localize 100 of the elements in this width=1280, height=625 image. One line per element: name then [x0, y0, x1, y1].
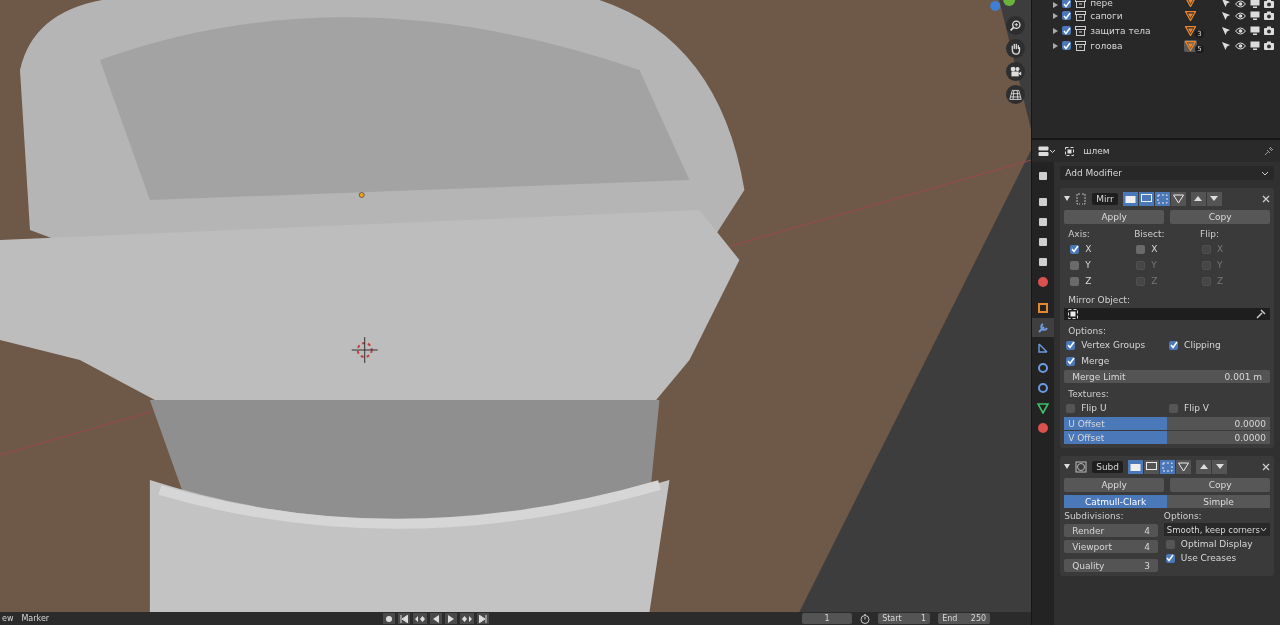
checkbox[interactable]: [1136, 244, 1146, 254]
collection-name[interactable]: сапоги: [1090, 10, 1181, 21]
modifier-tab[interactable]: [1032, 318, 1055, 337]
monitor-icon[interactable]: [1250, 11, 1260, 20]
merge-limit-field[interactable]: Merge Limit 0.001 m: [1064, 370, 1270, 383]
mesh-icon[interactable]: [1184, 39, 1198, 52]
editmode-toggle[interactable]: [1160, 459, 1176, 474]
cage-toggle[interactable]: [1176, 459, 1192, 474]
level-field[interactable]: Viewport 4: [1064, 540, 1158, 553]
checkbox[interactable]: [1070, 260, 1080, 270]
camera-icon[interactable]: [1264, 41, 1274, 50]
move-up-icon[interactable]: [1190, 191, 1206, 206]
mesh-icon[interactable]: [1184, 0, 1198, 8]
apply-button[interactable]: Apply: [1064, 478, 1165, 492]
menu-item[interactable]: ew: [2, 614, 14, 623]
render-icon: [1037, 195, 1050, 208]
level-field[interactable]: Render 4: [1064, 524, 1158, 537]
subdivision-type-tab[interactable]: Catmull-Clark: [1064, 495, 1168, 508]
checkbox[interactable]: [1169, 403, 1179, 413]
record-icon[interactable]: [383, 613, 396, 624]
sphere-icon: [1037, 421, 1050, 434]
monitor-icon[interactable]: [1250, 41, 1260, 50]
eye-icon[interactable]: [1235, 41, 1246, 50]
3d-cursor-icon[interactable]: [351, 336, 379, 364]
render-toggle[interactable]: [1122, 191, 1138, 206]
section-label: Bisect:: [1134, 229, 1166, 239]
move-down-icon[interactable]: [1206, 191, 1222, 206]
eye-icon[interactable]: [1235, 11, 1246, 20]
object-name: шлем: [1083, 146, 1110, 156]
monitor-icon[interactable]: [1250, 0, 1260, 8]
jump-end-icon[interactable]: [477, 613, 490, 624]
mirror-object-field[interactable]: [1064, 308, 1270, 320]
collection-name[interactable]: голова: [1090, 40, 1181, 51]
stopwatch-icon[interactable]: [860, 613, 871, 624]
visibility-checkbox[interactable]: [1062, 11, 1072, 20]
camera-icon[interactable]: [1264, 0, 1274, 8]
collection-name[interactable]: защита тела: [1090, 25, 1181, 36]
visibility-checkbox[interactable]: [1062, 41, 1072, 50]
previous-keyframe-icon[interactable]: [413, 613, 428, 624]
move-up-icon[interactable]: [1196, 459, 1212, 474]
play-reverse-icon[interactable]: [430, 613, 443, 624]
mesh-icon[interactable]: [1184, 24, 1198, 37]
section-label: Axis:: [1068, 229, 1091, 239]
level-field[interactable]: Quality 3: [1064, 559, 1158, 572]
collection-name[interactable]: пере: [1090, 0, 1181, 8]
checkbox-label: Clipping: [1184, 340, 1221, 350]
image-icon: [1037, 235, 1050, 248]
cursor-arrow-icon[interactable]: [1221, 40, 1231, 51]
apply-button[interactable]: Apply: [1064, 210, 1165, 224]
realtime-toggle[interactable]: [1138, 191, 1154, 206]
origin-dot: [358, 192, 365, 198]
eyedropper-icon[interactable]: [1256, 309, 1266, 319]
offset-slider[interactable]: V Offset 0.0000: [1064, 431, 1270, 444]
menu-item[interactable]: Marker: [21, 614, 50, 623]
camera-icon[interactable]: [1264, 26, 1274, 35]
pin-icon[interactable]: [1264, 146, 1274, 156]
editmode-toggle[interactable]: [1154, 191, 1170, 206]
copy-button[interactable]: Copy: [1170, 210, 1270, 224]
modifier-name-field[interactable]: Mirr: [1092, 192, 1118, 205]
eye-icon[interactable]: [1235, 0, 1246, 8]
render-toggle[interactable]: [1128, 459, 1144, 474]
collapse-arrow-icon[interactable]: [1064, 196, 1071, 201]
current-frame-field[interactable]: 1: [802, 613, 853, 624]
realtime-toggle[interactable]: [1144, 459, 1160, 474]
next-keyframe-icon[interactable]: [460, 613, 475, 624]
end-frame-field[interactable]: End 250: [938, 613, 991, 624]
checkbox[interactable]: [1070, 276, 1080, 286]
subdivision-type-tab[interactable]: Simple: [1167, 495, 1270, 508]
jump-start-icon[interactable]: [398, 613, 411, 624]
camera-icon[interactable]: [1264, 11, 1274, 20]
collection-icon: [1075, 40, 1087, 51]
axis-gizmo-icon[interactable]: [990, 0, 1016, 11]
eye-icon[interactable]: [1235, 26, 1246, 35]
modifier-name-field[interactable]: Subd: [1092, 460, 1124, 473]
editor-type-icon[interactable]: [1038, 145, 1057, 157]
start-frame-field[interactable]: Start 1: [878, 613, 931, 624]
close-icon[interactable]: [1262, 194, 1270, 203]
cursor-arrow-icon[interactable]: [1221, 25, 1231, 36]
close-icon[interactable]: [1262, 462, 1270, 471]
add-modifier-dropdown[interactable]: Add Modifier: [1060, 166, 1274, 180]
monitor-icon[interactable]: [1250, 26, 1260, 35]
checkbox-label: Flip V: [1184, 403, 1209, 413]
collapse-arrow-icon[interactable]: [1064, 464, 1071, 469]
visibility-checkbox[interactable]: [1062, 0, 1072, 8]
cursor-arrow-icon[interactable]: [1221, 0, 1231, 8]
checkbox[interactable]: [1066, 403, 1076, 413]
move-down-icon[interactable]: [1212, 459, 1228, 474]
cage-toggle[interactable]: [1170, 191, 1186, 206]
uv-smooth-dropdown[interactable]: Smooth, keep corners: [1163, 523, 1270, 536]
tool-icon: [1037, 169, 1050, 182]
copy-button[interactable]: Copy: [1170, 478, 1270, 492]
offset-slider[interactable]: U Offset 0.0000: [1064, 417, 1270, 430]
expand-arrow-icon[interactable]: [1052, 42, 1059, 49]
visibility-checkbox[interactable]: [1062, 26, 1072, 35]
checkbox[interactable]: [1165, 539, 1175, 549]
expand-arrow-icon[interactable]: [1052, 27, 1059, 34]
play-icon[interactable]: [445, 613, 458, 624]
collection-icon: [1075, 0, 1087, 8]
mesh-icon[interactable]: [1184, 9, 1198, 22]
cursor-arrow-icon[interactable]: [1221, 10, 1231, 21]
